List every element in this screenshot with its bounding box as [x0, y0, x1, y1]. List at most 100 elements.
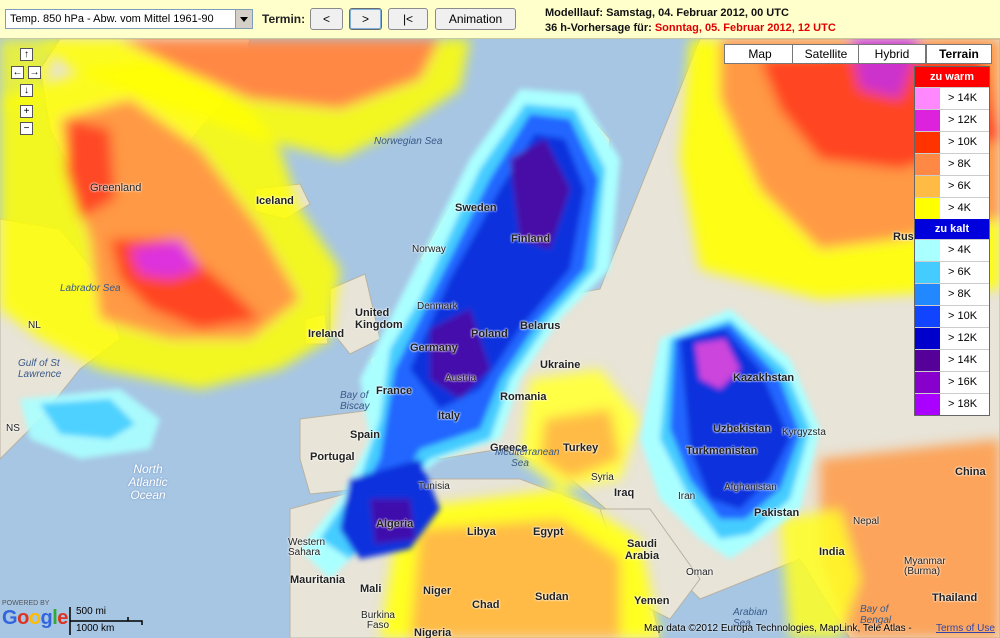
label-western-sahara: Western Sahara [288, 537, 326, 558]
label-portugal: Portugal [310, 451, 355, 463]
map-type-satellite[interactable]: Satellite [792, 44, 860, 64]
label-iceland: Iceland [256, 195, 294, 207]
legend-row: > 6K [915, 175, 989, 197]
legend-swatch [915, 328, 940, 349]
termin-label: Termin: [262, 12, 306, 26]
label-poland: Poland [471, 328, 508, 340]
parameter-select-value: Temp. 850 hPa - Abw. vom Mittel 1961-90 [10, 13, 214, 25]
pan-down-button[interactable]: ↓ [20, 84, 33, 97]
legend-row: > 10K [915, 131, 989, 153]
chevron-down-icon[interactable] [235, 10, 252, 28]
first-button[interactable]: |< [388, 8, 428, 30]
pan-right-button[interactable]: → [28, 66, 41, 79]
label-niger: Niger [423, 585, 452, 597]
label-mediterranean-sea: Mediterranean Sea [495, 447, 560, 469]
legend-label: > 6K [948, 180, 971, 192]
powered-by-text: POWERED BY [2, 600, 50, 607]
label-ukraine: Ukraine [540, 359, 581, 371]
legend-label: > 6K [948, 266, 971, 278]
model-run-text: Modelllauf: Samstag, 04. Februar 2012, 0… [545, 7, 789, 19]
label-mauritania: Mauritania [290, 574, 346, 586]
label-mali: Mali [360, 583, 382, 595]
legend-row: > 12K [915, 109, 989, 131]
label-yemen: Yemen [634, 595, 670, 607]
forecast-text: 36 h-Vorhersage für: Sonntag, 05. Februa… [545, 21, 836, 36]
label-austria: Austria [445, 373, 477, 384]
label-turkmenistan: Turkmenistan [686, 445, 758, 457]
label-nepal: Nepal [853, 516, 880, 527]
label-denmark: Denmark [417, 301, 458, 312]
animation-button[interactable]: Animation [435, 8, 516, 30]
run-info: Modelllauf: Samstag, 04. Februar 2012, 0… [545, 6, 836, 36]
label-labrador-sea: Labrador Sea [60, 283, 121, 294]
legend-row: > 12K [915, 327, 989, 349]
next-button[interactable]: > [349, 8, 382, 30]
label-burkina-faso: Burkina Faso [361, 610, 395, 631]
legend-swatch [915, 88, 940, 109]
label-united-kingdom: United Kingdom [355, 307, 403, 331]
toolbar: Temp. 850 hPa - Abw. vom Mittel 1961-90 … [0, 0, 1000, 39]
scale-bar: 500 mi 1000 km [68, 605, 148, 637]
legend-label: > 4K [948, 202, 971, 214]
label-sweden: Sweden [455, 202, 497, 214]
label-afghanistan: Afghanistan [724, 482, 777, 493]
previous-button[interactable]: < [310, 8, 343, 30]
label-chad: Chad [472, 599, 500, 611]
legend-swatch [915, 176, 940, 197]
legend-row: > 6K [915, 261, 989, 283]
legend-cold-rows: > 4K > 6K > 8K > 10K > 12K > 14K > 16K > 18K [915, 239, 989, 415]
label-north-atlantic-ocean: North Atlantic Ocean [128, 462, 168, 502]
legend-row: > 10K [915, 305, 989, 327]
label-pakistan: Pakistan [754, 507, 800, 519]
legend-swatch [915, 306, 940, 327]
label-thailand: Thailand [932, 592, 978, 604]
map-canvas[interactable]: Greenland Iceland Norwegian Sea Sweden F… [0, 39, 1000, 638]
label-myanmar: Myanmar (Burma) [904, 556, 946, 577]
legend-row: > 4K [915, 239, 989, 261]
label-romania: Romania [500, 391, 547, 403]
label-algeria: Algeria [376, 518, 414, 530]
label-tunisia: Tunisia [418, 481, 450, 492]
map-type-map[interactable]: Map [724, 44, 796, 64]
pan-left-button[interactable]: ← [11, 66, 24, 79]
scale-kilometers: 1000 km [76, 623, 115, 634]
google-logo[interactable]: POWERED BY Google [2, 600, 68, 630]
legend-label: > 8K [948, 288, 971, 300]
legend-swatch [915, 262, 940, 283]
label-iran: Iran [678, 491, 696, 502]
terms-of-use-link[interactable]: Terms of Use [936, 623, 995, 634]
label-egypt: Egypt [533, 526, 564, 538]
map-copyright: Map data ©2012 Europa Technologies, MapL… [644, 623, 912, 634]
legend-row: > 8K [915, 283, 989, 305]
label-syria: Syria [591, 472, 614, 483]
legend-label: > 12K [948, 114, 978, 126]
label-uzbekistan: Uzbekistan [713, 423, 772, 435]
legend-label: > 14K [948, 92, 978, 104]
zoom-out-button[interactable]: − [20, 122, 33, 135]
legend-label: > 8K [948, 158, 971, 170]
legend-label: > 12K [948, 332, 978, 344]
label-ireland: Ireland [308, 328, 345, 340]
label-spain: Spain [350, 429, 380, 441]
forecast-prefix: 36 h-Vorhersage für: [545, 22, 652, 34]
label-finland: Finland [511, 233, 551, 245]
label-saudi-arabia: Saudi Arabia [624, 538, 660, 562]
legend-label: > 18K [948, 398, 978, 410]
pan-up-button[interactable]: ↑ [20, 48, 33, 61]
parameter-select[interactable]: Temp. 850 hPa - Abw. vom Mittel 1961-90 [5, 9, 253, 29]
legend-swatch [915, 198, 940, 219]
zoom-in-button[interactable]: + [20, 105, 33, 118]
legend-cold-header: zu kalt [915, 219, 989, 239]
legend-row: > 8K [915, 153, 989, 175]
label-bay-of-biscay: Bay of Biscay [340, 390, 370, 412]
legend: zu warm > 14K > 12K > 10K > 8K > 6K > 4K zu k… [914, 66, 990, 416]
map-type-terrain[interactable]: Terrain [926, 44, 992, 64]
label-turkey: Turkey [563, 442, 599, 454]
legend-warm-header: zu warm [915, 67, 989, 87]
label-france: France [376, 385, 413, 397]
legend-swatch [915, 154, 940, 175]
map-type-hybrid[interactable]: Hybrid [858, 44, 926, 64]
label-oman: Oman [686, 567, 714, 578]
legend-row: > 18K [915, 393, 989, 415]
label-china: China [955, 466, 986, 478]
